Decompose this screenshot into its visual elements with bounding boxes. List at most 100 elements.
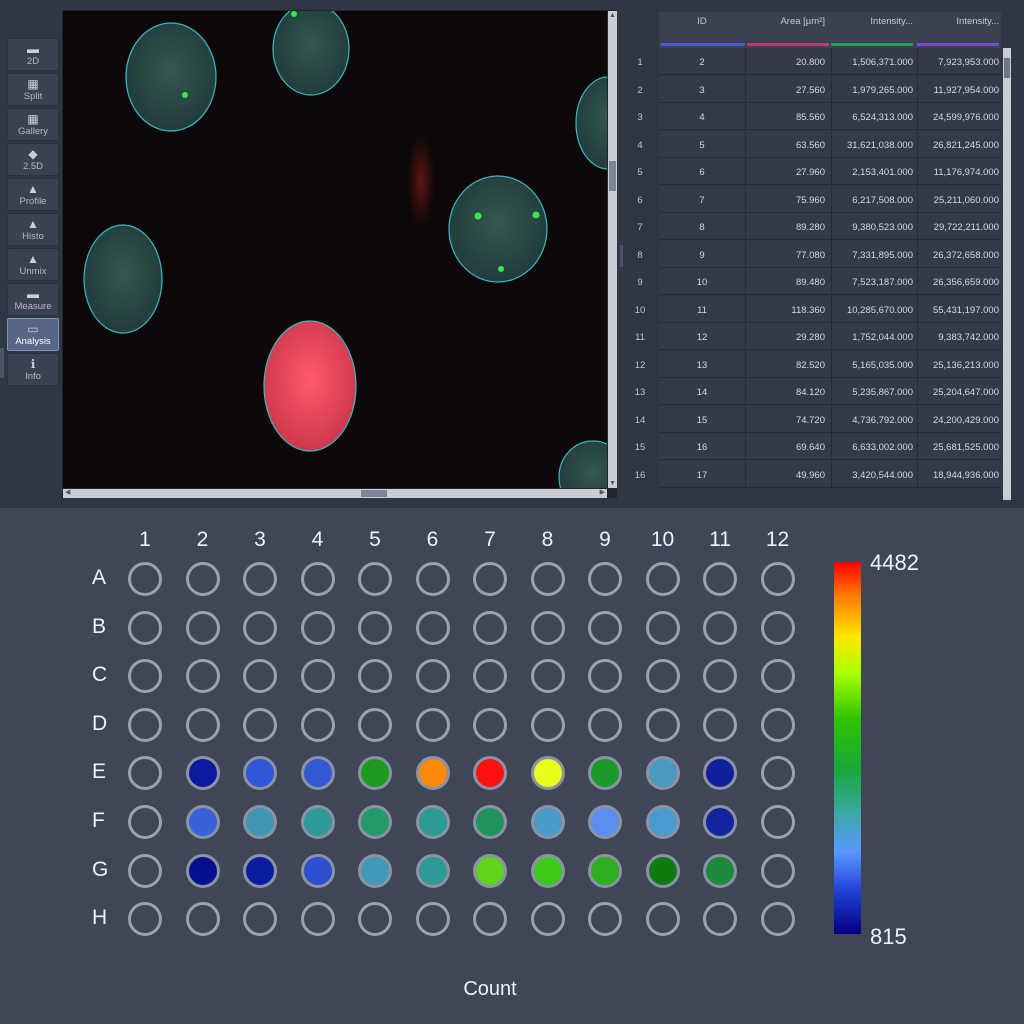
table-row[interactable]: 6 7 75.960 6,217,508.000 25,211,060.000 bbox=[627, 185, 1005, 213]
table-row[interactable]: 13 14 84.120 5,235,867.000 25,204,647.000 bbox=[627, 378, 1005, 405]
well-E2[interactable] bbox=[185, 756, 220, 791]
well-H4[interactable] bbox=[300, 902, 335, 937]
well-C12[interactable] bbox=[760, 659, 795, 694]
image-horizontal-scrollbar[interactable]: ◀ ▶ bbox=[63, 489, 607, 498]
well-D4[interactable] bbox=[300, 707, 335, 742]
well-G10[interactable] bbox=[645, 853, 680, 888]
well-E10[interactable] bbox=[645, 756, 680, 791]
well-G11[interactable] bbox=[703, 853, 737, 888]
well-A11[interactable] bbox=[703, 562, 737, 596]
well-A4[interactable] bbox=[300, 562, 335, 596]
table-row[interactable]: 14 15 74.720 4,736,792.000 24,200,429.000 bbox=[627, 405, 1005, 433]
scroll-left-arrow-icon[interactable]: ◀ bbox=[65, 488, 70, 496]
scroll-up-arrow-icon[interactable]: ▲ bbox=[608, 12, 617, 19]
well-F1[interactable] bbox=[128, 805, 162, 839]
pane-splitter[interactable] bbox=[620, 245, 623, 267]
well-A8[interactable] bbox=[530, 562, 565, 596]
well-H10[interactable] bbox=[645, 902, 680, 937]
well-D10[interactable] bbox=[645, 707, 680, 742]
well-A1[interactable] bbox=[128, 562, 162, 596]
column-header-id[interactable]: ID bbox=[659, 16, 745, 27]
well-H2[interactable] bbox=[185, 902, 220, 937]
well-G7[interactable] bbox=[473, 853, 507, 888]
well-E11[interactable] bbox=[703, 756, 737, 791]
well-F4[interactable] bbox=[300, 805, 335, 839]
toolbar-item-unmix[interactable]: ▲ Unmix bbox=[7, 248, 59, 281]
table-vertical-scrollbar[interactable] bbox=[1003, 48, 1011, 500]
well-F7[interactable] bbox=[473, 805, 507, 839]
well-B5[interactable] bbox=[358, 610, 392, 645]
toolbar-item-2d[interactable]: ▬ 2D bbox=[7, 38, 59, 71]
well-E7[interactable] bbox=[473, 756, 507, 791]
well-D5[interactable] bbox=[358, 707, 392, 742]
well-E9[interactable] bbox=[588, 756, 622, 791]
well-F10[interactable] bbox=[645, 805, 680, 839]
scroll-right-arrow-icon[interactable]: ▶ bbox=[600, 488, 605, 496]
well-H7[interactable] bbox=[473, 902, 507, 937]
table-row[interactable]: 10 11 118.360 10,285,670.000 55,431,197.000 bbox=[627, 295, 1005, 323]
well-C9[interactable] bbox=[588, 659, 622, 694]
toolbar-item-histo[interactable]: ▲ Histo bbox=[7, 213, 59, 246]
well-F2[interactable] bbox=[185, 805, 220, 839]
table-row[interactable]: 9 10 89.480 7,523,187.000 26,356,659.000 bbox=[627, 268, 1005, 295]
well-A10[interactable] bbox=[645, 562, 680, 596]
scrollbar-thumb[interactable] bbox=[1004, 58, 1010, 78]
well-C5[interactable] bbox=[358, 659, 392, 694]
well-E6[interactable] bbox=[415, 756, 450, 791]
table-row[interactable]: 8 9 77.080 7,331,895.000 26,372,658.000 bbox=[627, 240, 1005, 268]
toolbar-item-measure[interactable]: ▬ Measure bbox=[7, 283, 59, 316]
well-C10[interactable] bbox=[645, 659, 680, 694]
well-H8[interactable] bbox=[530, 902, 565, 937]
well-A6[interactable] bbox=[415, 562, 450, 596]
well-E8[interactable] bbox=[530, 756, 565, 791]
well-F12[interactable] bbox=[760, 805, 795, 839]
toolbar-item-analysis[interactable]: ▭ Analysis bbox=[7, 318, 59, 351]
microscopy-image[interactable] bbox=[63, 11, 607, 488]
table-row[interactable]: 7 8 89.280 9,380,523.000 29,722,211.000 bbox=[627, 213, 1005, 240]
table-row[interactable]: 11 12 29.280 1,752,044.000 9,383,742.000 bbox=[627, 323, 1005, 350]
well-D6[interactable] bbox=[415, 707, 450, 742]
well-H3[interactable] bbox=[243, 902, 277, 937]
well-G9[interactable] bbox=[588, 853, 622, 888]
well-B4[interactable] bbox=[300, 610, 335, 645]
well-E12[interactable] bbox=[760, 756, 795, 791]
well-H6[interactable] bbox=[415, 902, 450, 937]
well-G6[interactable] bbox=[415, 853, 450, 888]
well-H1[interactable] bbox=[128, 902, 162, 937]
well-D1[interactable] bbox=[128, 707, 162, 742]
well-B8[interactable] bbox=[530, 610, 565, 645]
well-A5[interactable] bbox=[358, 562, 392, 596]
well-C4[interactable] bbox=[300, 659, 335, 694]
well-D12[interactable] bbox=[760, 707, 795, 742]
well-G4[interactable] bbox=[300, 853, 335, 888]
column-header-intensity-2[interactable]: Intensity... bbox=[913, 16, 999, 27]
well-B11[interactable] bbox=[703, 610, 737, 645]
table-row[interactable]: 4 5 63.560 31,621,038.000 26,821,245.000 bbox=[627, 130, 1005, 158]
panel-collapse-handle[interactable] bbox=[0, 348, 4, 378]
well-D11[interactable] bbox=[703, 707, 737, 742]
well-C11[interactable] bbox=[703, 659, 737, 694]
column-header-intensity-1[interactable]: Intensity... bbox=[825, 16, 913, 27]
well-D2[interactable] bbox=[185, 707, 220, 742]
well-G5[interactable] bbox=[358, 853, 392, 888]
table-row[interactable]: 12 13 82.520 5,165,035.000 25,136,213.000 bbox=[627, 350, 1005, 378]
well-G12[interactable] bbox=[760, 853, 795, 888]
well-B6[interactable] bbox=[415, 610, 450, 645]
well-E1[interactable] bbox=[128, 756, 162, 791]
well-F8[interactable] bbox=[530, 805, 565, 839]
toolbar-item-gallery[interactable]: ▦ Gallery bbox=[7, 108, 59, 141]
well-H9[interactable] bbox=[588, 902, 622, 937]
column-header-area[interactable]: Area [µm²] bbox=[745, 16, 825, 27]
well-G1[interactable] bbox=[128, 853, 162, 888]
well-C2[interactable] bbox=[185, 659, 220, 694]
well-A7[interactable] bbox=[473, 562, 507, 596]
well-A9[interactable] bbox=[588, 562, 622, 596]
well-H11[interactable] bbox=[703, 902, 737, 937]
well-D8[interactable] bbox=[530, 707, 565, 742]
well-D7[interactable] bbox=[473, 707, 507, 742]
well-H12[interactable] bbox=[760, 902, 795, 937]
table-row[interactable]: 3 4 85.560 6,524,313.000 24,599,976.000 bbox=[627, 103, 1005, 130]
well-C6[interactable] bbox=[415, 659, 450, 694]
well-C3[interactable] bbox=[243, 659, 277, 694]
well-G3[interactable] bbox=[243, 853, 277, 888]
